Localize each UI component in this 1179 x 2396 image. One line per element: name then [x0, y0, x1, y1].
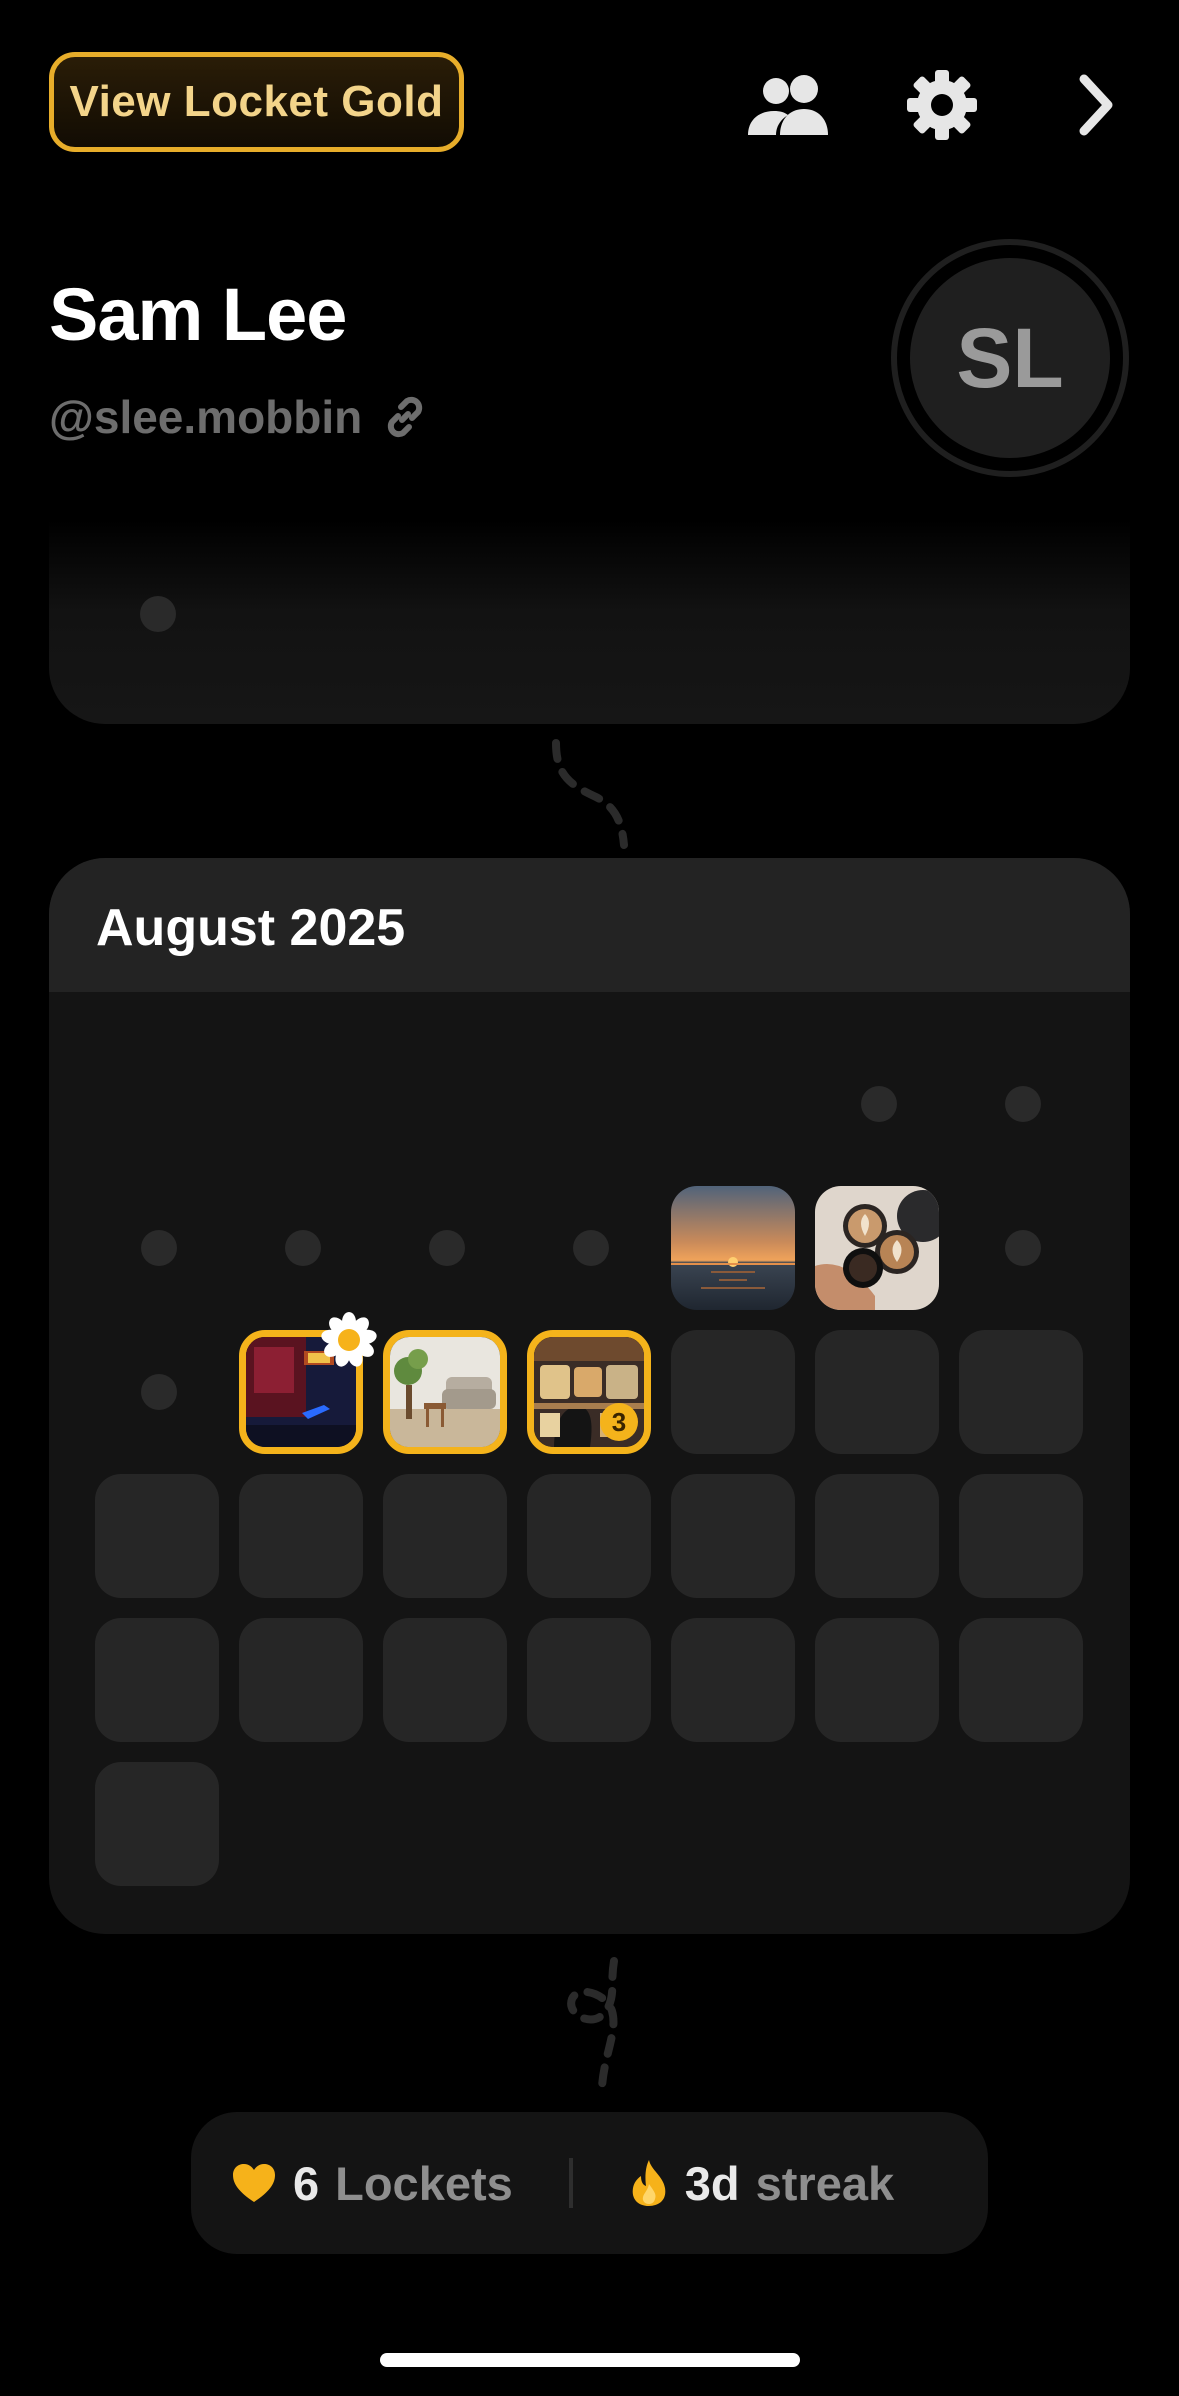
day-cell[interactable] — [959, 1330, 1083, 1454]
avatar[interactable]: SL — [891, 239, 1129, 477]
flame-icon — [632, 2160, 666, 2206]
gear-icon[interactable] — [894, 60, 990, 150]
month-title: August 2025 — [96, 899, 406, 957]
day-cell[interactable] — [671, 1474, 795, 1598]
day-cell[interactable] — [95, 1618, 219, 1742]
friends-icon[interactable] — [744, 60, 840, 150]
day-cell[interactable] — [671, 1330, 795, 1454]
dashed-loop-connector — [567, 1957, 618, 2091]
day-photo-living-room[interactable] — [383, 1330, 507, 1454]
lockets-stat[interactable]: 6 Lockets — [231, 2156, 513, 2211]
day-photo-coffee[interactable] — [815, 1186, 939, 1310]
day-cell[interactable] — [239, 1474, 363, 1598]
previous-month-card — [49, 520, 1130, 724]
day-photo-food-display[interactable]: 3 — [527, 1330, 651, 1454]
day-cell[interactable] — [95, 1762, 219, 1886]
day-cell[interactable] — [815, 1474, 939, 1598]
day-cell[interactable] — [815, 1618, 939, 1742]
day-cell[interactable] — [959, 1474, 1083, 1598]
empty-day-dot — [140, 596, 176, 632]
day-cell[interactable] — [527, 1474, 651, 1598]
link-icon[interactable] — [380, 392, 430, 442]
chevron-right-icon[interactable] — [1048, 60, 1144, 150]
lockets-count: 6 — [293, 2156, 320, 2210]
month-calendar-card[interactable]: August 2025 3 — [49, 858, 1130, 1934]
empty-day-dot — [141, 1374, 177, 1410]
day-cell[interactable] — [383, 1474, 507, 1598]
day-cell[interactable] — [527, 1618, 651, 1742]
day-cell[interactable] — [383, 1618, 507, 1742]
streak-label: streak — [755, 2156, 895, 2210]
empty-day-dot — [141, 1230, 177, 1266]
empty-day-dot — [1005, 1230, 1041, 1266]
dashed-connector — [552, 739, 628, 849]
flower-sticker-icon — [321, 1312, 377, 1367]
month-header: August 2025 — [49, 858, 1130, 992]
empty-day-dot — [429, 1230, 465, 1266]
day-cell[interactable] — [815, 1330, 939, 1454]
streak-value: 3d — [684, 2156, 740, 2210]
profile-handle[interactable]: @slee.mobbin — [49, 390, 430, 444]
handle-text: @slee.mobbin — [49, 391, 363, 443]
photo-count-badge: 3 — [600, 1403, 638, 1441]
day-cell[interactable] — [671, 1618, 795, 1742]
empty-day-dot — [573, 1230, 609, 1266]
empty-day-dot — [861, 1086, 897, 1122]
day-cell[interactable] — [239, 1618, 363, 1742]
stats-divider — [568, 2158, 573, 2208]
view-locket-gold-button[interactable]: View Locket Gold — [49, 52, 464, 152]
empty-day-dot — [1005, 1086, 1041, 1122]
heart-icon — [233, 2164, 275, 2202]
lockets-label: Lockets — [335, 2156, 513, 2210]
day-cell[interactable] — [95, 1474, 219, 1598]
stats-pill[interactable]: 6 Lockets 3d streak — [191, 2112, 988, 2254]
home-indicator[interactable] — [380, 2353, 800, 2367]
day-cell[interactable] — [959, 1618, 1083, 1742]
avatar-initials: SL — [910, 258, 1110, 458]
streak-stat[interactable]: 3d streak — [629, 2156, 894, 2211]
empty-day-dot — [285, 1230, 321, 1266]
profile-name: Sam Lee — [49, 273, 347, 356]
day-photo-sunset[interactable] — [671, 1186, 795, 1310]
